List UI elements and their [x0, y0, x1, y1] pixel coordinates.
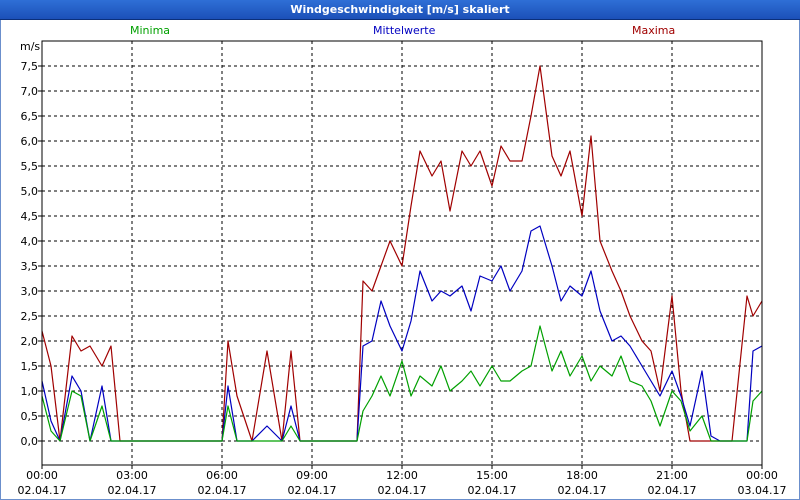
- y-tick-label: 4,0: [21, 235, 39, 248]
- y-tick-label: 0,5: [21, 410, 39, 423]
- x-tick-date-label: 03.04.17: [738, 484, 787, 497]
- x-tick-date-label: 02.04.17: [108, 484, 157, 497]
- y-tick-label: 5,0: [21, 185, 39, 198]
- x-tick-time-label: 00:00: [746, 469, 778, 482]
- y-tick-label: 2,5: [21, 310, 39, 323]
- x-tick-date-label: 02.04.17: [468, 484, 517, 497]
- y-tick-label: 2,0: [21, 335, 39, 348]
- x-tick-time-label: 21:00: [656, 469, 688, 482]
- x-tick-time-label: 12:00: [386, 469, 418, 482]
- x-tick-date-label: 02.04.17: [558, 484, 607, 497]
- y-tick-label: 7,0: [21, 85, 39, 98]
- chart-svg: m/s 0,0 0,5 1,0 1,5 2,0 2,5 3,0 3,5 4,0 4,5 5,0 5,5…: [18, 40, 787, 497]
- y-tick-label: 3,0: [21, 285, 39, 298]
- x-tick-time-label: 18:00: [566, 469, 598, 482]
- y-tick-label: 3,5: [21, 260, 39, 273]
- x-tick-time-label: 15:00: [476, 469, 508, 482]
- grid: [42, 41, 762, 465]
- y-tick-label: 6,0: [21, 135, 39, 148]
- x-tick-date-label: 02.04.17: [198, 484, 247, 497]
- y-tick-label: 1,0: [21, 385, 39, 398]
- x-tick-date-label: 02.04.17: [648, 484, 697, 497]
- y-tick-label: 7,5: [21, 60, 39, 73]
- y-tick-label: 4,5: [21, 210, 39, 223]
- x-tick-time-label: 00:00: [26, 469, 58, 482]
- y-tick-label: 6,5: [21, 110, 39, 123]
- x-tick-date-label: 02.04.17: [18, 484, 67, 497]
- y-tick-label: 1,5: [21, 360, 39, 373]
- x-tick-time-label: 06:00: [206, 469, 238, 482]
- y-tick-label: 5,5: [21, 160, 39, 173]
- x-tick-date-label: 02.04.17: [378, 484, 427, 497]
- y-axis-unit-label: m/s: [20, 40, 40, 53]
- y-tick-label: 0,0: [21, 435, 39, 448]
- x-tick-time-label: 03:00: [116, 469, 148, 482]
- x-tick-time-label: 09:00: [296, 469, 328, 482]
- x-tick-date-label: 02.04.17: [288, 484, 337, 497]
- chart-window: Windgeschwindigkeit [m/s] skaliert Minim…: [0, 0, 800, 500]
